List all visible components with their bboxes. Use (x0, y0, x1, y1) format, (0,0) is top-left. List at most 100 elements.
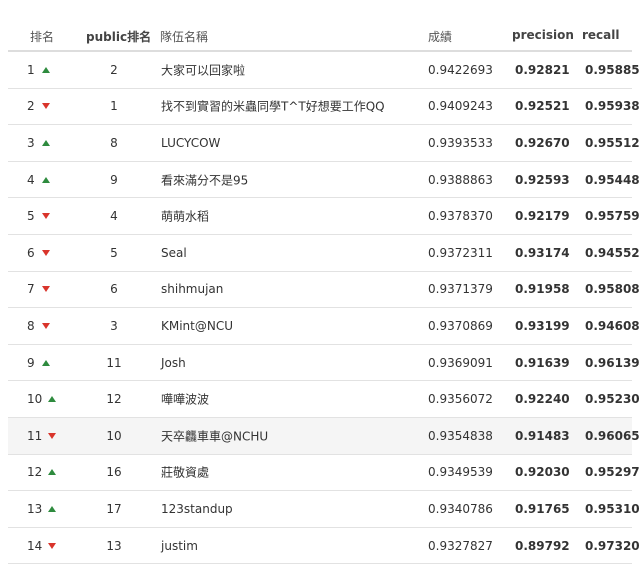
header-team[interactable]: 隊伍名稱 (160, 28, 208, 45)
public-rank-cell: 9 (110, 172, 118, 187)
table-row[interactable]: 1 2 大家可以回家啦 0.9422693 0.92821 0.95885 (8, 52, 640, 89)
public-rank-cell: 11 (106, 355, 122, 370)
team-name-cell: shihmujan (161, 282, 224, 297)
team-name-cell: 莊敬資處 (161, 465, 210, 480)
public-rank-cell: 13 (106, 538, 122, 553)
table-row[interactable]: 10 12 嘩嘩波波 0.9356072 0.92240 0.95230 (8, 381, 640, 418)
team-name-cell: 看來滿分不是95 (161, 173, 249, 188)
precision-cell: 0.89792 (515, 538, 570, 553)
recall-cell: 0.96139 (585, 355, 640, 370)
score-cell: 0.9369091 (428, 355, 493, 370)
trend-down-icon (48, 542, 56, 549)
leaderboard-table: 1 2 大家可以回家啦 0.9422693 0.92821 0.95885 2 … (0, 52, 640, 564)
rank-cell: 12 (27, 465, 43, 480)
recall-cell: 0.95885 (585, 62, 640, 77)
header-rank[interactable]: 排名 (30, 28, 54, 45)
table-row[interactable]: 13 17 123standup 0.9340786 0.91765 0.953… (8, 491, 640, 528)
precision-cell: 0.93174 (515, 245, 570, 260)
trend-down-icon (42, 213, 50, 220)
table-row[interactable]: 9 11 Josh 0.9369091 0.91639 0.96139 (8, 345, 640, 382)
trend-down-icon (42, 322, 50, 329)
precision-cell: 0.91958 (515, 282, 570, 297)
team-name-cell: 萌萌水稻 (161, 209, 210, 224)
rank-cell: 5 (27, 209, 35, 224)
score-cell: 0.9354838 (428, 428, 493, 443)
public-rank-cell: 5 (110, 245, 118, 260)
rank-cell: 9 (27, 355, 35, 370)
recall-cell: 0.96065 (585, 428, 640, 443)
team-name-cell: Josh (161, 355, 186, 370)
precision-cell: 0.91765 (515, 501, 570, 516)
public-rank-cell: 4 (110, 209, 118, 224)
table-row[interactable]: 14 13 justim 0.9327827 0.89792 0.97320 (8, 528, 640, 564)
team-name-cell: LUCYCOW (161, 135, 221, 150)
precision-cell: 0.92593 (515, 172, 570, 187)
trend-down-icon (42, 249, 50, 256)
team-name-cell: 大家可以回家啦 (161, 63, 246, 78)
trend-up-icon (48, 469, 56, 476)
recall-cell: 0.95297 (585, 465, 640, 480)
precision-cell: 0.92030 (515, 465, 570, 480)
score-cell: 0.9370869 (428, 318, 493, 333)
rank-cell: 4 (27, 172, 35, 187)
score-cell: 0.9409243 (428, 99, 493, 114)
public-rank-cell: 3 (110, 318, 118, 333)
recall-cell: 0.95938 (585, 99, 640, 114)
trend-up-icon (42, 176, 50, 183)
rank-cell: 11 (27, 428, 43, 443)
rank-cell: 7 (27, 282, 35, 297)
recall-cell: 0.97320 (585, 538, 640, 553)
precision-cell: 0.92521 (515, 99, 570, 114)
score-cell: 0.9393533 (428, 135, 493, 150)
rank-cell: 3 (27, 135, 35, 150)
score-cell: 0.9388863 (428, 172, 493, 187)
header-precision[interactable]: precision (512, 28, 574, 42)
trend-up-icon (42, 139, 50, 146)
trend-down-icon (42, 286, 50, 293)
precision-cell: 0.91639 (515, 355, 570, 370)
team-name-cell: 找不到實習的米蟲同學T^T好想要工作QQ (161, 99, 385, 114)
rank-cell: 14 (27, 538, 43, 553)
table-row[interactable]: 3 8 LUCYCOW 0.9393533 0.92670 0.95512 (8, 125, 640, 162)
table-row[interactable]: 2 1 找不到實習的米蟲同學T^T好想要工作QQ 0.9409243 0.925… (8, 89, 640, 126)
header-public-rank[interactable]: public排名 (86, 28, 151, 45)
trend-down-icon (48, 432, 56, 439)
table-row[interactable]: 8 3 KMint@NCU 0.9370869 0.93199 0.94608 (8, 308, 640, 345)
rank-cell: 1 (27, 62, 35, 77)
team-name-cell: 天卒龘車車@NCHU (161, 429, 269, 444)
table-row[interactable]: 4 9 看來滿分不是95 0.9388863 0.92593 0.95448 (8, 162, 640, 199)
team-name-cell: 123standup (161, 501, 233, 516)
team-name-cell: Seal (161, 245, 187, 260)
trend-down-icon (42, 103, 50, 110)
header-recall[interactable]: recall (582, 28, 620, 42)
public-rank-cell: 12 (106, 392, 122, 407)
table-row[interactable]: 5 4 萌萌水稻 0.9378370 0.92179 0.95759 (8, 198, 640, 235)
public-rank-cell: 17 (106, 501, 122, 516)
public-rank-cell: 6 (110, 282, 118, 297)
precision-cell: 0.92240 (515, 392, 570, 407)
score-cell: 0.9349539 (428, 465, 493, 480)
table-row[interactable]: 6 5 Seal 0.9372311 0.93174 0.94552 (8, 235, 640, 272)
recall-cell: 0.94552 (585, 245, 640, 260)
trend-up-icon (42, 359, 50, 366)
table-row[interactable]: 7 6 shihmujan 0.9371379 0.91958 0.95808 (8, 272, 640, 309)
rank-cell: 6 (27, 245, 35, 260)
table-row[interactable]: 11 10 天卒龘車車@NCHU 0.9354838 0.91483 0.960… (8, 417, 640, 455)
recall-cell: 0.95310 (585, 501, 640, 516)
team-name-cell: 嘩嘩波波 (161, 392, 210, 407)
score-cell: 0.9356072 (428, 392, 493, 407)
header-score[interactable]: 成績 (428, 28, 452, 45)
trend-up-icon (48, 396, 56, 403)
recall-cell: 0.94608 (585, 318, 640, 333)
precision-cell: 0.92179 (515, 209, 570, 224)
public-rank-cell: 10 (106, 428, 122, 443)
table-row[interactable]: 12 16 莊敬資處 0.9349539 0.92030 0.95297 (8, 455, 640, 492)
rank-cell: 10 (27, 392, 43, 407)
trend-up-icon (42, 66, 50, 73)
rank-cell: 2 (27, 99, 35, 114)
team-name-cell: justim (161, 538, 198, 553)
recall-cell: 0.95808 (585, 282, 640, 297)
score-cell: 0.9371379 (428, 282, 493, 297)
public-rank-cell: 16 (106, 465, 122, 480)
recall-cell: 0.95512 (585, 135, 640, 150)
